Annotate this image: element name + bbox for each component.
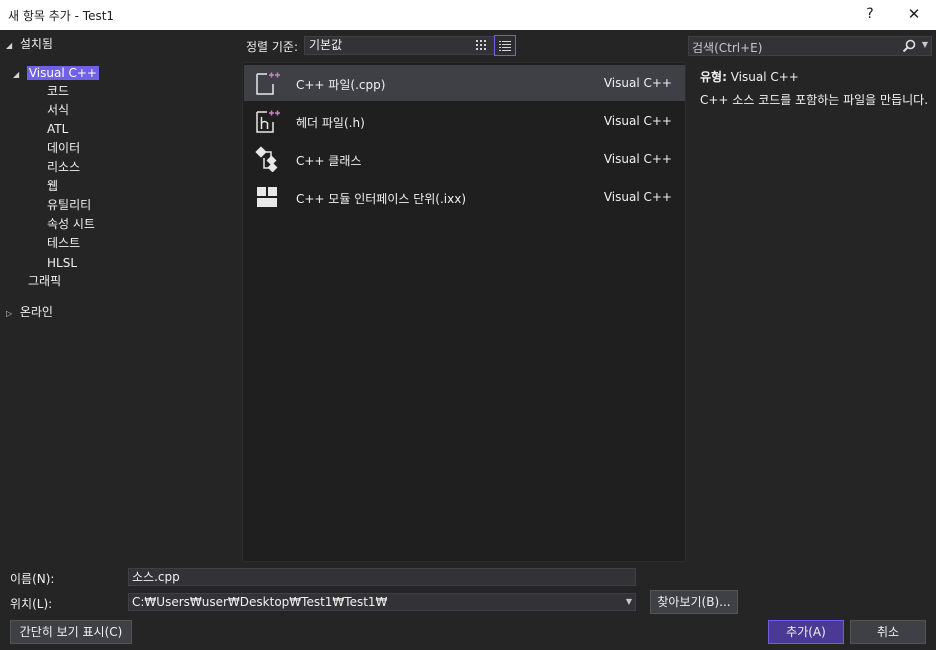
template-list: C++ 파일(.cpp) Visual C++ 헤더 파일(.h) Visual…	[242, 62, 686, 562]
add-button[interactable]: 추가(A)	[768, 620, 844, 644]
list-item-cpp-class[interactable]: C++ 클래스 Visual C++	[244, 141, 685, 177]
search-icon[interactable]	[901, 38, 917, 54]
header-file-icon	[256, 110, 280, 133]
details-pane: 유형: Visual C++ C++ 소스 코드를 포함하는 파일을 만듭니다.	[700, 68, 930, 107]
template-name: C++ 파일(.cpp)	[296, 78, 386, 92]
tree-node-visual-cpp[interactable]: ◢ Visual C++	[13, 64, 99, 82]
close-button[interactable]: ✕	[902, 3, 926, 25]
list-view-button[interactable]	[494, 35, 516, 56]
location-label: 위치(L):	[10, 597, 53, 611]
type-value: Visual C++	[730, 70, 799, 84]
cancel-button[interactable]: 취소	[850, 620, 926, 644]
tree-item-templates[interactable]: 서식	[47, 101, 69, 119]
module-interface-icon	[257, 187, 277, 207]
tree-item-data[interactable]: 데이터	[47, 139, 80, 157]
name-label: 이름(N):	[10, 572, 55, 586]
sort-label: 정렬 기준:	[246, 40, 299, 54]
search-options-caret-icon[interactable]: ▼	[922, 40, 928, 49]
template-language: Visual C++	[603, 76, 672, 90]
tree-node-installed[interactable]: ◢ 설치됨	[6, 35, 53, 53]
cpp-class-icon	[255, 146, 278, 172]
bottom-form: 이름(N): 소스.cpp 위치(L): C:₩Users₩user₩Deskt…	[0, 562, 936, 650]
template-language: Visual C++	[603, 152, 672, 166]
help-button[interactable]: ?	[858, 3, 882, 25]
template-language: Visual C++	[603, 190, 672, 204]
tree-item-property-sheets[interactable]: 속성 시트	[47, 215, 95, 233]
browse-button[interactable]: 찾아보기(B)...	[650, 590, 738, 614]
compact-view-button[interactable]: 간단히 보기 표시(C)	[10, 620, 132, 644]
location-combobox[interactable]: C:₩Users₩user₩Desktop₩Test1₩Test1₩ ▼	[128, 593, 636, 611]
cpp-file-icon	[256, 72, 280, 95]
tree-label-visual-cpp: Visual C++	[26, 66, 99, 80]
tree-item-graphics[interactable]: 그래픽	[28, 272, 61, 290]
name-input[interactable]: 소스.cpp	[128, 568, 636, 586]
tree-item-code[interactable]: 코드	[47, 82, 69, 100]
template-name: 헤더 파일(.h)	[296, 116, 365, 130]
template-description: C++ 소스 코드를 포함하는 파일을 만듭니다.	[700, 93, 929, 107]
tree-item-test[interactable]: 테스트	[47, 234, 80, 252]
location-value: C:₩Users₩user₩Desktop₩Test1₩Test1₩	[132, 595, 388, 609]
tree-item-hlsl[interactable]: HLSL	[47, 254, 77, 272]
grid-view-icon	[476, 40, 486, 50]
dropdown-caret-icon[interactable]: ▼	[626, 594, 632, 610]
sort-value: 기본값	[309, 38, 343, 52]
tree-item-utility[interactable]: 유틸리티	[47, 196, 91, 214]
category-tree: ◢ 설치됨 ◢ Visual C++ 코드 서식 ATL 데이터 리소스 웹 유…	[0, 30, 240, 562]
collapsed-arrow-icon: ▷	[6, 309, 13, 318]
expanded-arrow-icon: ◢	[13, 70, 20, 79]
grid-view-button[interactable]	[471, 35, 493, 56]
list-view-icon	[499, 41, 511, 51]
tree-label-online: 온라인	[19, 305, 53, 319]
search-placeholder: 검색(Ctrl+E)	[692, 41, 763, 55]
list-item-header-file[interactable]: 헤더 파일(.h) Visual C++	[244, 103, 685, 139]
type-key: 유형:	[700, 70, 727, 84]
expanded-arrow-icon: ◢	[6, 41, 13, 50]
tree-item-resources[interactable]: 리소스	[47, 158, 80, 176]
window-title: 새 항목 추가 - Test1	[8, 9, 115, 23]
tree-item-web[interactable]: 웹	[47, 177, 58, 195]
list-item-cpp-file[interactable]: C++ 파일(.cpp) Visual C++	[244, 65, 685, 101]
tree-item-atl[interactable]: ATL	[47, 120, 68, 138]
search-box[interactable]: 검색(Ctrl+E) ▼	[688, 36, 932, 56]
template-name: C++ 클래스	[296, 154, 362, 168]
tree-label-installed: 설치됨	[19, 37, 53, 51]
template-language: Visual C++	[603, 114, 672, 128]
template-name: C++ 모듈 인터페이스 단위(.ixx)	[296, 192, 467, 206]
tree-node-online[interactable]: ▷ 온라인	[6, 303, 53, 321]
list-item-module-interface[interactable]: C++ 모듈 인터페이스 단위(.ixx) Visual C++	[244, 179, 685, 215]
title-bar: 새 항목 추가 - Test1 ? ✕	[0, 0, 936, 30]
type-row: 유형: Visual C++	[700, 68, 930, 85]
